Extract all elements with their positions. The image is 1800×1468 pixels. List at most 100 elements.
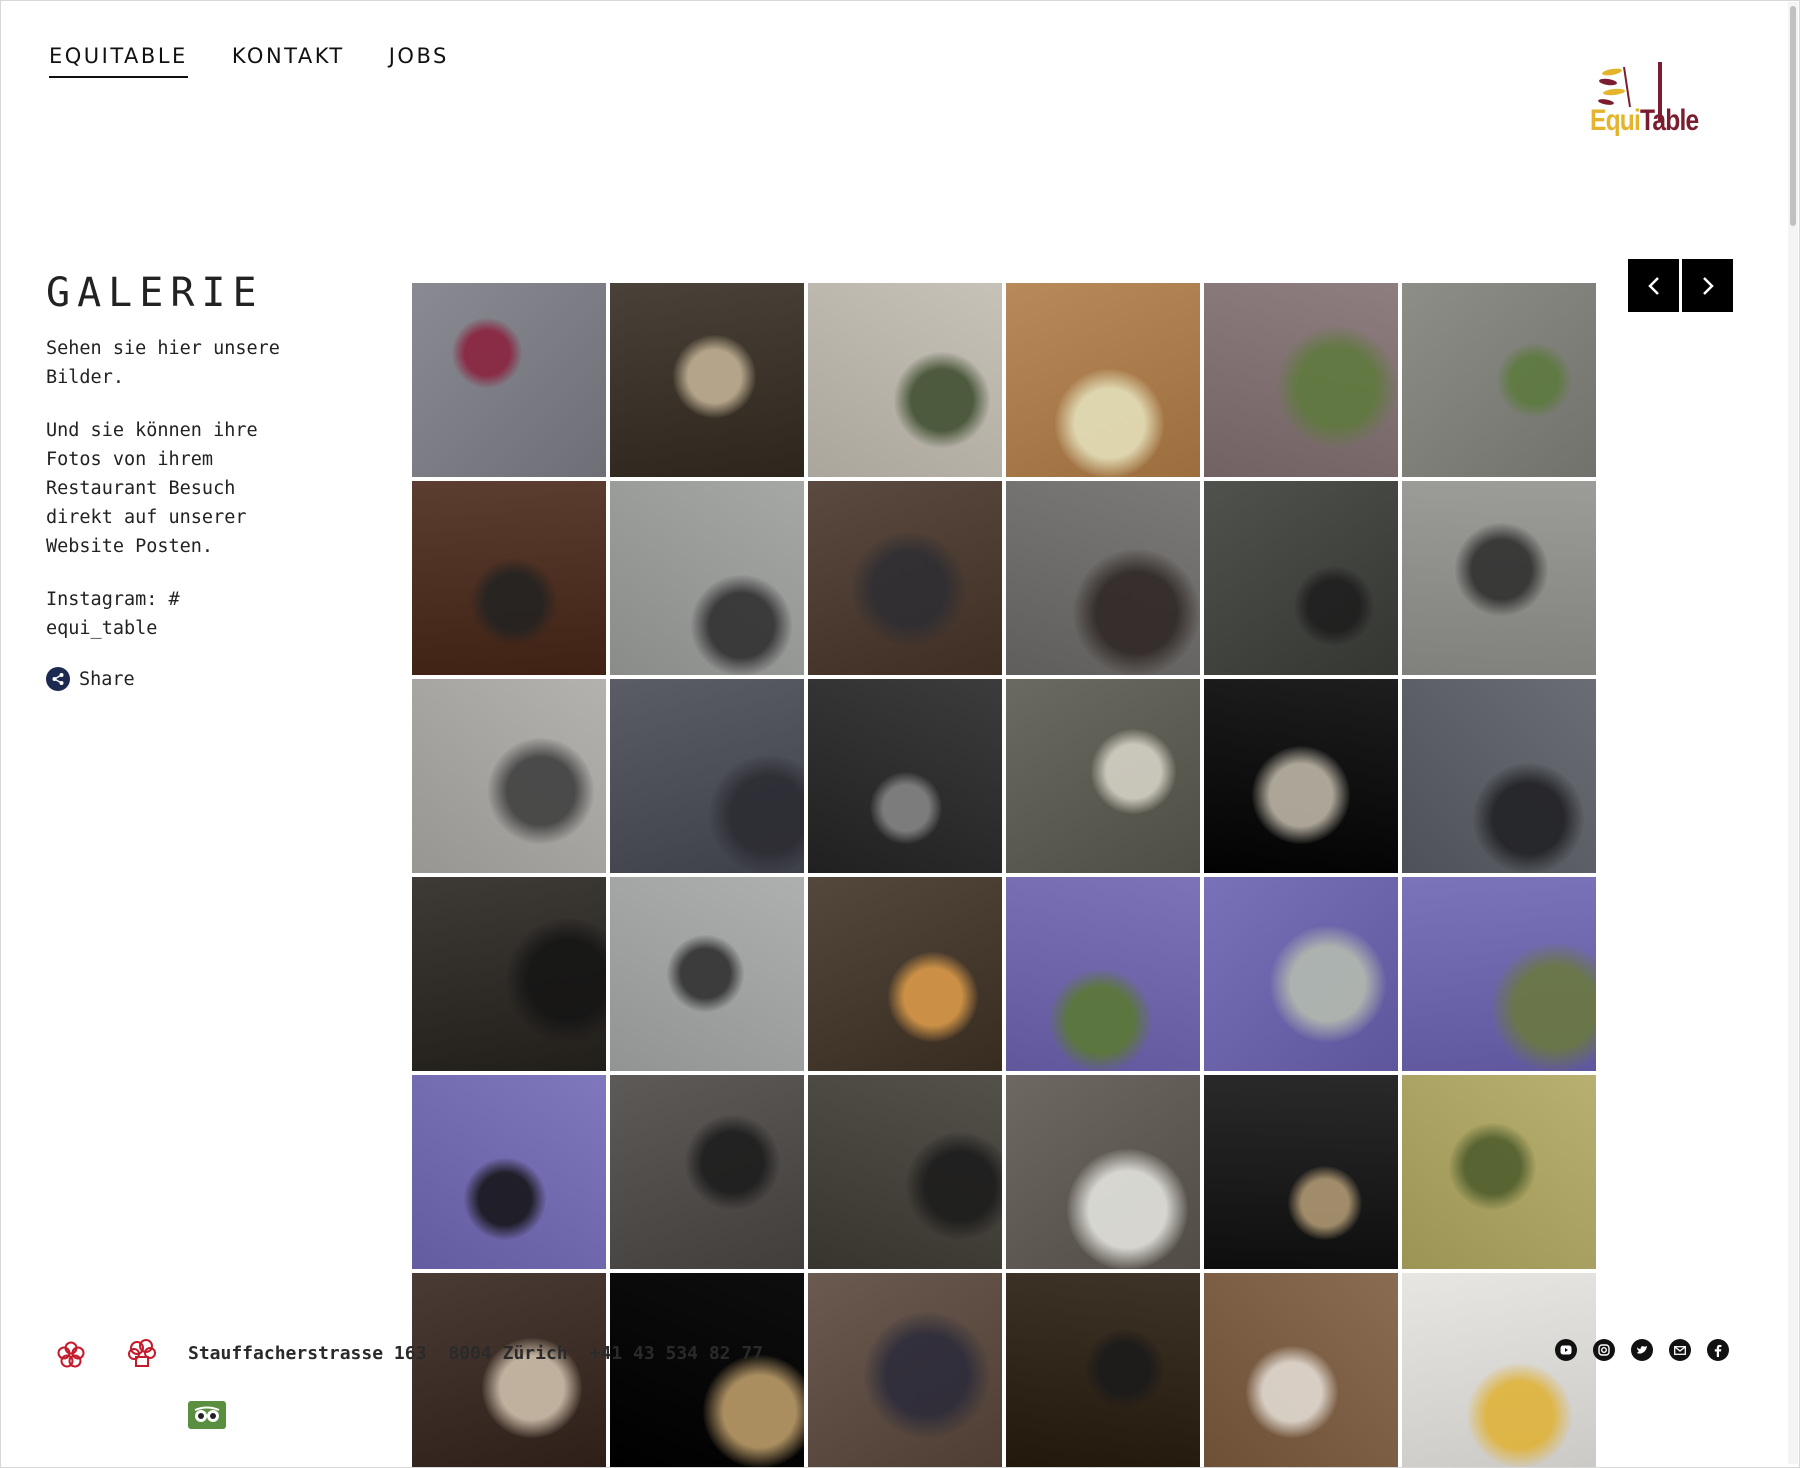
photo-chefs-plating[interactable] [412,1273,606,1467]
photo-smiling-chef[interactable] [1204,481,1398,675]
photo-chef-cloche[interactable] [610,1075,804,1269]
share-icon [46,667,70,691]
photo-service-team[interactable] [808,1075,1002,1269]
photo-chef-and-guest[interactable] [610,877,804,1071]
photo-chef-cutting[interactable] [808,481,1002,675]
photo-kitchen-line[interactable] [808,679,1002,873]
photo-chef-woman-kitchen[interactable] [1006,481,1200,675]
photo-subject [1270,926,1386,1042]
photo-subject [1455,523,1548,616]
social-links [1555,1339,1729,1361]
photo-subject [1497,343,1572,418]
photo-subject [709,755,804,873]
photo-smoke-dish[interactable] [1204,1075,1398,1269]
nav-jobs[interactable]: JOBS [389,44,449,78]
photo-plating-siphon[interactable] [1006,679,1200,873]
address-street: Stauffacherstrasse 163 [188,1343,427,1364]
photo-subject [1288,1166,1362,1240]
next-button[interactable] [1682,259,1733,312]
address-city: 8004 Zürich [448,1343,568,1364]
photo-dining-room[interactable] [610,283,804,477]
main-nav: EQUITABLE KONTAKT JOBS [49,44,449,78]
photo-subject [1085,1329,1164,1408]
photo-subject [464,1158,546,1240]
photo-couple-street[interactable] [610,481,804,675]
twitter-icon[interactable] [1631,1339,1653,1361]
photo-terrace-facade[interactable] [1204,283,1398,477]
scrollbar-thumb[interactable] [1790,6,1796,226]
photo-subject [1473,763,1584,873]
photo-subject [506,918,606,1042]
photo-subject [1246,1346,1338,1438]
photo-white-bowl-dish[interactable] [1402,1273,1596,1467]
photo-subject [894,352,990,448]
photo-subject [488,738,594,844]
photo-plate-dark-table[interactable] [1006,1273,1200,1467]
youtube-icon[interactable] [1555,1339,1577,1361]
instagram-icon[interactable] [1593,1339,1615,1361]
photo-dish-on-paper[interactable] [808,283,1002,477]
photo-entrance-plants[interactable] [1402,283,1596,477]
facebook-icon[interactable] [1707,1339,1729,1361]
tripadvisor-icon[interactable] [188,1401,226,1429]
nav-kontakt[interactable]: KONTAKT [232,44,345,78]
photo-chef-hair-bun[interactable] [412,877,606,1071]
page-scrollbar[interactable] [1788,2,1798,1464]
photo-subject [691,575,792,675]
photo-chefs-in-kitchen[interactable] [1402,481,1596,675]
michelin-flower-icon[interactable] [56,1340,86,1375]
photo-subject [703,1355,804,1467]
photo-subject [888,952,978,1042]
photo-subject [1467,1363,1572,1467]
galerie-sidebar: GALERIE Sehen sie hier unsere Bilder. Un… [46,270,346,691]
photo-team-portrait[interactable] [1402,679,1596,873]
photo-gallery [412,283,1596,1468]
photo-white-dessert-stone[interactable] [1006,1075,1200,1269]
phone-number[interactable]: +41 43 534 82 77 [590,1343,763,1364]
photo-subject [1252,746,1350,844]
photo-subject [852,532,966,646]
photo-subject [1449,1123,1536,1210]
photo-subject [906,1132,1002,1240]
gallery-arrows [1628,259,1733,312]
photo-green-soup-purple[interactable] [1402,877,1596,1071]
photo-sneakers-apron[interactable] [412,679,606,873]
photo-subject [864,1312,990,1438]
photo-subject [1049,969,1152,1071]
photo-herb-salad-plate[interactable] [1402,1075,1596,1269]
instagram-hashtag: Instagram: # equi_table [46,589,180,639]
galerie-intro: Sehen sie hier unsere Bilder. [46,338,280,388]
address-bar: Stauffacherstrasse 163 8004 Zürich +41 4… [188,1343,763,1364]
page-title: GALERIE [46,270,264,316]
photo-chef-apron[interactable] [808,1273,1002,1467]
photo-plate-on-wood[interactable] [1006,283,1200,477]
photo-grill-fire[interactable] [808,877,1002,1071]
nav-equitable[interactable]: EQUITABLE [49,44,188,78]
photo-dish-grass-purple[interactable] [1006,877,1200,1071]
photo-subject [470,558,558,646]
galerie-body: Und sie können ihre Fotos von ihrem Rest… [46,420,258,557]
gault-millau-toque-icon[interactable] [126,1338,158,1375]
logo-word-table: Table [1640,104,1699,137]
chevron-left-icon [1647,276,1659,295]
photo-subject [1276,326,1398,448]
photo-subject [673,335,756,418]
photo-subject [685,1115,780,1210]
photo-coffee-beans[interactable] [1204,1273,1398,1467]
share-button[interactable]: Share [46,667,346,691]
photo-subject [1055,369,1164,477]
photo-dish-dark-plate[interactable] [1204,679,1398,873]
photo-chefs-group-closeup[interactable] [610,679,804,873]
photo-black-plate-purple[interactable] [412,1075,606,1269]
photo-subject [452,318,522,388]
equitable-logo[interactable]: EquiTable [1580,62,1720,156]
logo-word-equi: Equi [1590,104,1641,137]
photo-subject [870,772,942,844]
prev-button[interactable] [1628,259,1679,312]
photo-subject [1491,943,1596,1071]
mail-icon[interactable] [1669,1339,1691,1361]
photo-bowl-dark[interactable] [610,1273,804,1467]
photo-bowl-purple[interactable] [1204,877,1398,1071]
photo-gault-millau-award[interactable] [412,283,606,477]
photo-couple-at-bar[interactable] [412,481,606,675]
